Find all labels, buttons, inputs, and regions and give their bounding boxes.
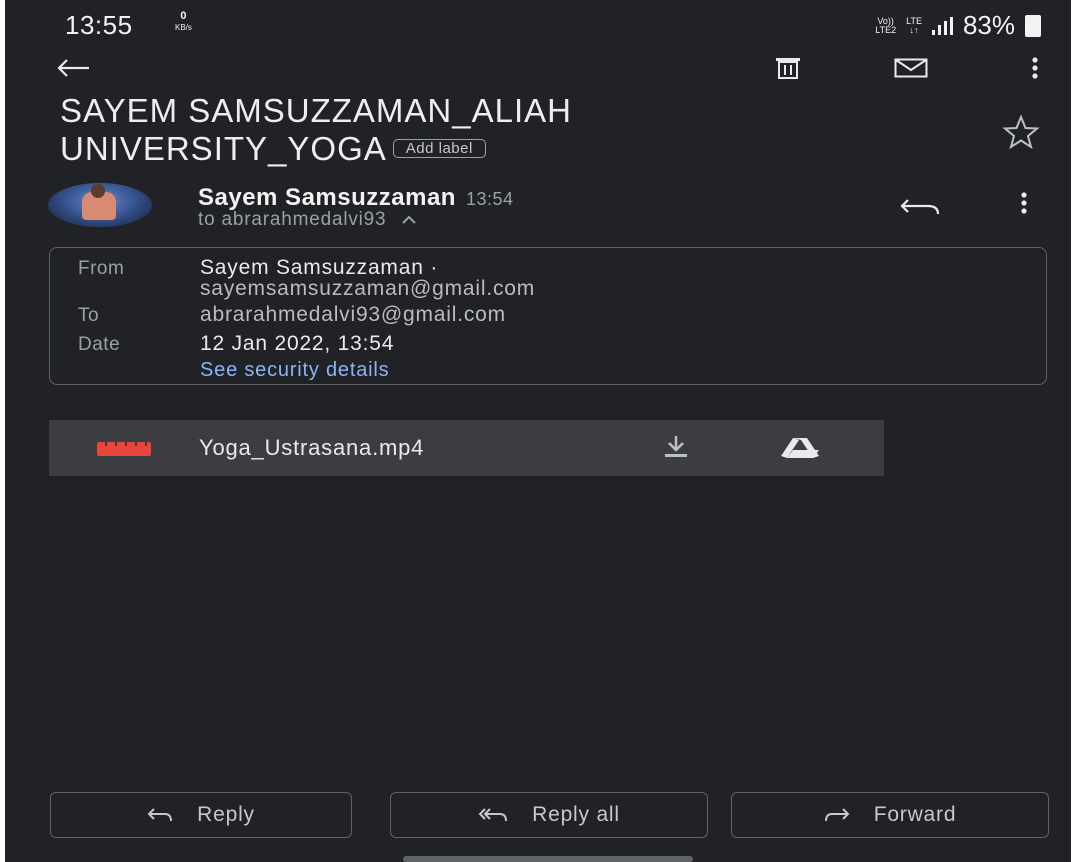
reply-button[interactable]: Reply — [50, 792, 352, 838]
sender-time: 13:54 — [465, 189, 514, 209]
signal-icon — [931, 16, 953, 35]
subject-line-2: UNIVERSITY_YOGA Add label — [60, 130, 960, 168]
recipient-summary[interactable]: to abrarahmedalvi93 — [198, 209, 417, 231]
avatar[interactable] — [48, 183, 152, 227]
add-label-chip[interactable]: Add label — [392, 138, 486, 158]
from-label: From — [78, 258, 125, 279]
attachment-filename: Yoga_Ustrasana.mp4 — [199, 435, 425, 460]
email-screen: 13:55 0 KB/s Vo)) LTE2 LTE ↓↑ 83% SAYEM … — [5, 0, 1071, 862]
date-label: Date — [78, 334, 121, 355]
reply-arrow-icon — [147, 808, 173, 822]
gesture-nav-handle[interactable] — [403, 856, 693, 862]
subject-line-1: SAYEM SAMSUZZAMAN_ALIAH — [60, 92, 572, 129]
forward-arrow-icon — [824, 808, 850, 822]
battery-percent: 83% — [962, 10, 1015, 40]
status-bar: 13:55 0 KB/s Vo)) LTE2 LTE ↓↑ 83% — [5, 0, 1071, 50]
volte-icon: Vo)) LTE2 — [875, 15, 897, 35]
back-arrow-icon[interactable] — [55, 53, 91, 83]
reply-all-button[interactable]: Reply all — [390, 792, 708, 838]
attachment-card[interactable]: Yoga_Ustrasana.mp4 — [49, 420, 884, 476]
date-value: 12 Jan 2022, 13:54 — [200, 332, 395, 355]
to-email: abrarahmedalvi93@gmail.com — [200, 303, 506, 326]
from-email: sayemsamsuzzaman@gmail.com — [200, 277, 536, 300]
drive-icon[interactable] — [779, 436, 821, 460]
message-more-icon[interactable] — [1020, 192, 1036, 222]
reply-all-icon — [478, 808, 508, 822]
to-label: To — [78, 305, 100, 326]
chevron-up-icon — [401, 215, 416, 224]
reply-icon[interactable] — [900, 190, 942, 220]
security-details-link[interactable]: See security details — [200, 359, 389, 382]
sender-line: Sayem Samsuzzaman 13:54 — [198, 184, 514, 212]
status-indicators: Vo)) LTE2 LTE ↓↑ 83% — [875, 10, 1041, 41]
message-details: From Sayem Samsuzzaman · sayemsamsuzzama… — [49, 247, 1047, 385]
star-icon[interactable] — [1001, 114, 1041, 150]
status-time: 13:55 — [65, 10, 133, 40]
lte-icon: LTE ↓↑ — [906, 15, 922, 35]
battery-icon — [1025, 14, 1041, 37]
mark-unread-icon[interactable] — [893, 53, 929, 83]
forward-button[interactable]: Forward — [731, 792, 1049, 838]
delete-icon[interactable] — [770, 53, 806, 83]
more-options-icon[interactable] — [1017, 53, 1053, 83]
sender-name: Sayem Samsuzzaman — [198, 184, 456, 211]
email-subject: SAYEM SAMSUZZAMAN_ALIAH UNIVERSITY_YOGA A… — [60, 92, 960, 168]
toolbar — [5, 45, 1071, 95]
network-speed: 0 KB/s — [175, 10, 192, 33]
download-icon[interactable] — [661, 434, 691, 460]
video-file-icon — [97, 442, 151, 456]
